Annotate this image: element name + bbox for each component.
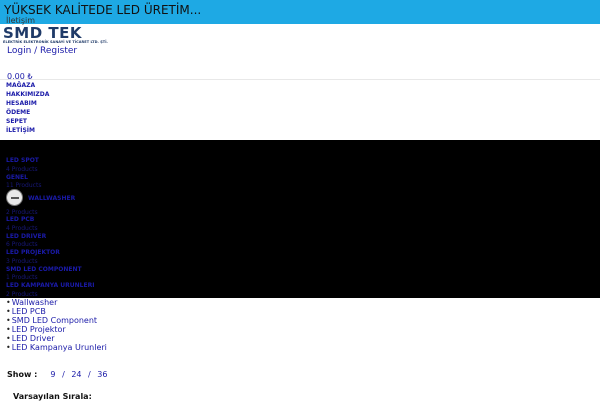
- main-navigation: MAĞAZA HAKKIMIZDA HESABIM ÖDEME SEPET İL…: [6, 81, 49, 135]
- category-led-driver[interactable]: LED DRIVER: [6, 233, 46, 240]
- category-wallwasher[interactable]: WALLWASHER: [28, 195, 75, 202]
- subcategory-item-smd-led-component[interactable]: SMD LED Component: [6, 316, 107, 325]
- logo-subtitle: ELEKTRİK ELEKTRONİK SANAYİ VE TİCARET LT…: [3, 40, 108, 44]
- category-led-projektor[interactable]: LED PROJEKTOR: [6, 249, 60, 256]
- category-count: 2 Products: [6, 209, 38, 216]
- top-bar: YÜKSEK KALİTEDE LED ÜRETİM...: [0, 0, 600, 24]
- login-register-link[interactable]: Login / Register: [7, 46, 77, 56]
- category-led-spot[interactable]: LED SPOT: [6, 157, 39, 164]
- show-label: Show :: [7, 370, 38, 379]
- show-option-36[interactable]: 36: [97, 370, 107, 379]
- subcategory-item-wallwasher[interactable]: Wallwasher: [6, 298, 107, 307]
- show-option-9[interactable]: 9: [50, 370, 55, 379]
- nav-item-magaza[interactable]: MAĞAZA: [6, 81, 49, 90]
- category-count: 3 Products: [6, 258, 38, 265]
- category-led-pcb[interactable]: LED PCB: [6, 216, 34, 223]
- subcategory-list: Wallwasher LED PCB SMD LED Component LED…: [6, 298, 107, 352]
- show-separator: /: [88, 370, 91, 379]
- header-divider: [0, 79, 600, 80]
- logo[interactable]: SMD TEK ELEKTRİK ELEKTRONİK SANAYİ VE Tİ…: [3, 24, 115, 48]
- category-genel[interactable]: GENEL: [6, 174, 28, 181]
- category-count: 4 Products: [6, 166, 38, 173]
- category-count: 4 Products: [6, 225, 38, 232]
- wallwasher-thumbnail-icon[interactable]: [6, 189, 23, 206]
- category-count: 6 Products: [6, 241, 38, 248]
- subcategory-item-led-kampanya-urunleri[interactable]: LED Kampanya Urunleri: [6, 343, 107, 352]
- nav-item-hakkimizda[interactable]: HAKKIMIZDA: [6, 90, 49, 99]
- category-count: 11 Products: [6, 182, 42, 189]
- category-panel: LED SPOT 4 Products GENEL 11 Products WA…: [0, 140, 600, 298]
- subcategory-item-led-projektor[interactable]: LED Projektor: [6, 325, 107, 334]
- category-led-kampanya-urunleri[interactable]: LED KAMPANYA URUNLERI: [6, 282, 94, 289]
- category-count: 1 Products: [6, 274, 38, 281]
- slogan-text: YÜKSEK KALİTEDE LED ÜRETİM...: [4, 3, 202, 17]
- show-per-page: Show : 9 / 24 / 36: [7, 370, 107, 379]
- show-separator: /: [62, 370, 65, 379]
- nav-item-hesabim[interactable]: HESABIM: [6, 99, 49, 108]
- nav-item-sepet[interactable]: SEPET: [6, 117, 49, 126]
- category-smd-led-component[interactable]: SMD LED COMPONENT: [6, 266, 82, 273]
- category-count: 2 Products: [6, 291, 38, 298]
- show-option-24[interactable]: 24: [71, 370, 81, 379]
- subcategory-item-led-pcb[interactable]: LED PCB: [6, 307, 107, 316]
- subcategory-item-led-driver[interactable]: LED Driver: [6, 334, 107, 343]
- nav-item-iletisim[interactable]: İLETİŞİM: [6, 126, 49, 135]
- nav-item-odeme[interactable]: ÖDEME: [6, 108, 49, 117]
